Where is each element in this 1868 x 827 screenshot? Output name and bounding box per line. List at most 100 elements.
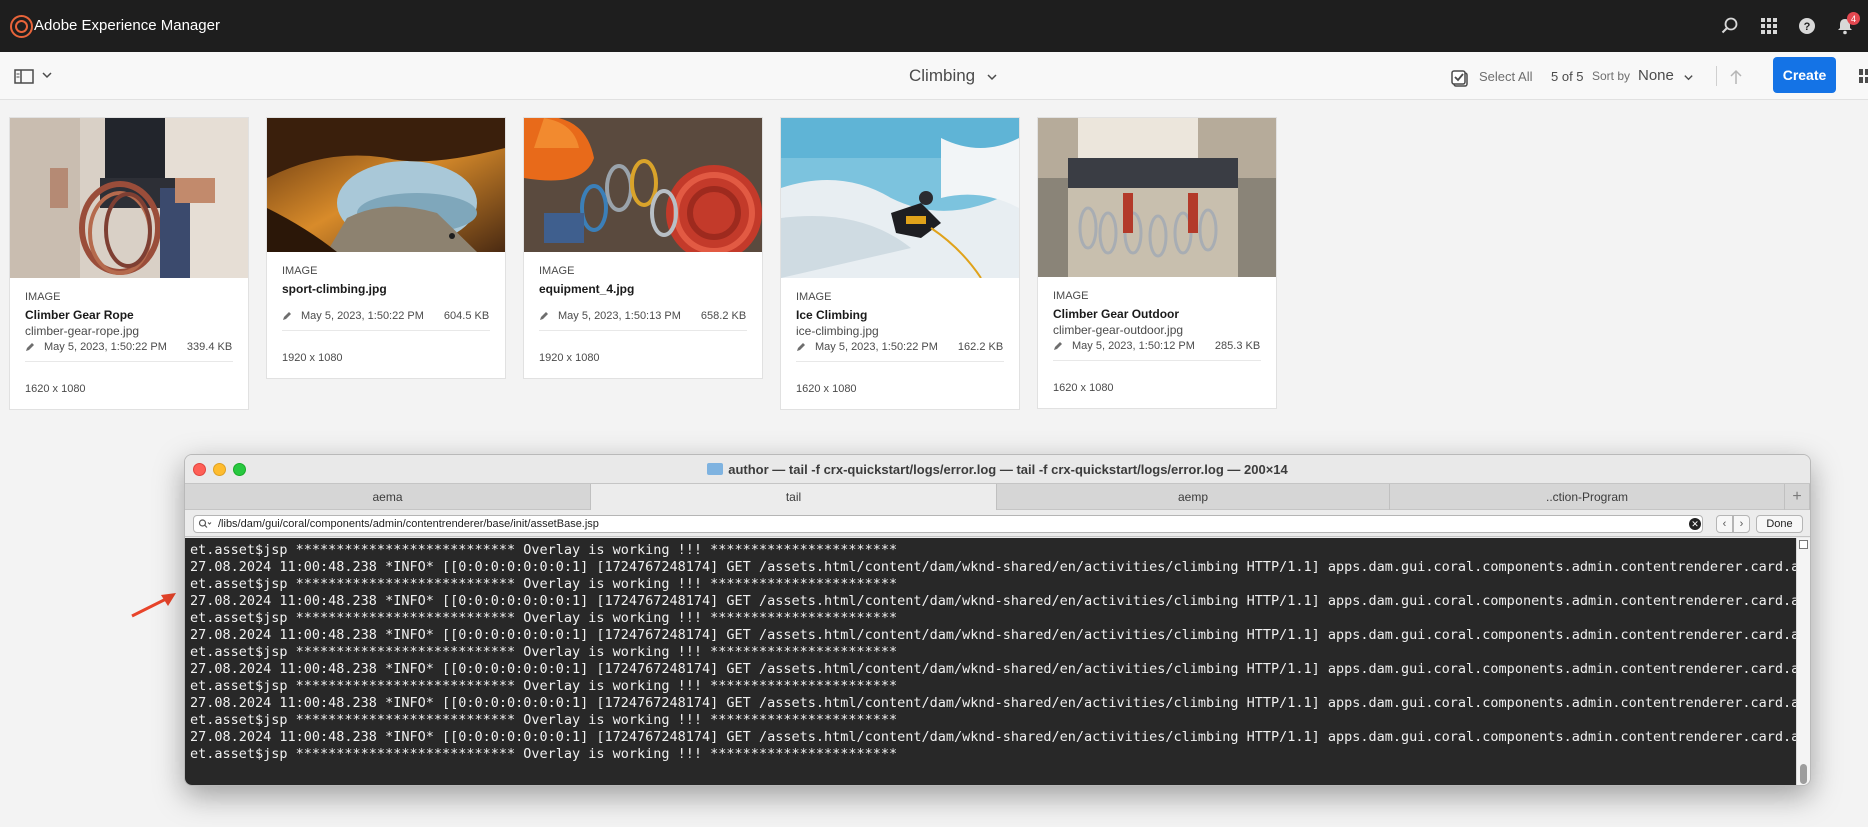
divider xyxy=(1716,66,1717,86)
terminal-tab[interactable]: aema xyxy=(185,484,591,510)
find-next-button[interactable]: › xyxy=(1733,515,1750,533)
terminal-line: 27.08.2024 11:00:48.238 *INFO* [[0:0:0:0… xyxy=(190,593,1796,609)
asset-card[interactable]: IMAGE Climber Gear Rope climber-gear-rop… xyxy=(9,117,249,410)
asset-card[interactable]: IMAGE Ice Climbing ice-climbing.jpg May … xyxy=(780,117,1020,410)
terminal-line: 27.08.2024 11:00:48.238 *INFO* [[0:0:0:0… xyxy=(190,559,1796,575)
pencil-icon xyxy=(1054,342,1062,350)
terminal-output[interactable]: et.asset$jsp ***************************… xyxy=(185,538,1796,785)
terminal-tab[interactable]: aemp xyxy=(997,484,1390,510)
asset-size: 162.2 KB xyxy=(957,341,1004,353)
item-count: 5 of 5 xyxy=(1551,69,1584,84)
terminal-line: 27.08.2024 11:00:48.238 *INFO* [[0:0:0:0… xyxy=(190,729,1796,745)
asset-type: IMAGE xyxy=(539,265,575,277)
asset-modified-date: May 5, 2023, 1:50:13 PM xyxy=(558,310,681,322)
terminal-line: et.asset$jsp ***************************… xyxy=(190,576,898,592)
annotation-arrow-icon xyxy=(131,593,176,618)
asset-type: IMAGE xyxy=(1053,290,1089,302)
terminal-line: et.asset$jsp ***************************… xyxy=(190,610,898,626)
select-all-icon[interactable] xyxy=(1451,69,1469,87)
terminal-tab[interactable]: ..ction-Program xyxy=(1390,484,1785,510)
asset-thumbnail[interactable] xyxy=(1038,118,1276,277)
shell-bar: Adobe Experience Manager ? 4 xyxy=(0,0,1868,52)
find-input[interactable] xyxy=(193,515,1703,533)
create-button[interactable]: Create xyxy=(1773,57,1836,93)
asset-dimensions: 1620 x 1080 xyxy=(1053,382,1114,394)
asset-card[interactable]: IMAGE equipment_4.jpg May 5, 2023, 1:50:… xyxy=(523,117,763,379)
search-icon xyxy=(198,519,212,528)
scrollbar-thumb[interactable] xyxy=(1800,764,1807,784)
select-all-button[interactable]: Select All xyxy=(1479,69,1532,84)
sort-by-label: Sort by xyxy=(1592,69,1631,83)
asset-title[interactable]: sport-climbing.jpg xyxy=(282,282,490,296)
new-tab-button[interactable]: + xyxy=(1785,484,1810,510)
terminal-window: author — tail -f crx-quickstart/logs/err… xyxy=(184,454,1811,786)
asset-modified-date: May 5, 2023, 1:50:22 PM xyxy=(301,310,424,322)
asset-meta: May 5, 2023, 1:50:22 PM 604.5 KB xyxy=(282,310,490,331)
app-grid-icon[interactable] xyxy=(1757,14,1781,38)
asset-title[interactable]: Climber Gear Rope xyxy=(25,308,233,322)
terminal-line: et.asset$jsp ***************************… xyxy=(190,746,898,762)
asset-modified-date: May 5, 2023, 1:50:22 PM xyxy=(815,341,938,353)
sort-by-dropdown[interactable]: None xyxy=(1638,67,1674,84)
asset-dimensions: 1920 x 1080 xyxy=(282,352,343,364)
aem-logo-icon[interactable] xyxy=(10,15,33,38)
asset-card[interactable]: IMAGE Climber Gear Outdoor climber-gear-… xyxy=(1037,117,1277,409)
asset-thumbnail[interactable] xyxy=(781,118,1019,278)
asset-card[interactable]: IMAGE sport-climbing.jpg May 5, 2023, 1:… xyxy=(266,117,506,379)
chevron-down-icon[interactable] xyxy=(986,71,998,83)
folder-icon xyxy=(707,463,724,475)
svg-text:?: ? xyxy=(1804,21,1811,33)
asset-dimensions: 1620 x 1080 xyxy=(796,383,857,395)
terminal-tab[interactable]: tail xyxy=(591,484,997,510)
asset-filename: ice-climbing.jpg xyxy=(796,324,879,338)
asset-meta: May 5, 2023, 1:50:13 PM 658.2 KB xyxy=(539,310,747,331)
find-bar: ✕ ‹ › Done xyxy=(185,511,1810,537)
asset-title[interactable]: Ice Climbing xyxy=(796,308,1004,322)
pencil-icon xyxy=(26,343,34,351)
asset-type: IMAGE xyxy=(282,265,318,277)
asset-size: 285.3 KB xyxy=(1214,340,1261,352)
app-title[interactable]: Adobe Experience Manager xyxy=(34,17,220,34)
asset-size: 339.4 KB xyxy=(186,341,233,353)
asset-thumbnail[interactable] xyxy=(267,118,505,252)
chevron-down-icon[interactable] xyxy=(1683,72,1694,83)
find-previous-button[interactable]: ‹ xyxy=(1716,515,1733,533)
asset-meta: May 5, 2023, 1:50:12 PM 285.3 KB xyxy=(1053,340,1261,361)
find-done-button[interactable]: Done xyxy=(1756,515,1803,533)
terminal-tab-bar: aema tail aemp ..ction-Program + xyxy=(185,483,1810,510)
terminal-title: author — tail -f crx-quickstart/logs/err… xyxy=(185,462,1810,477)
terminal-scrollbar[interactable] xyxy=(1796,538,1810,785)
terminal-line: 27.08.2024 11:00:48.238 *INFO* [[0:0:0:0… xyxy=(190,695,1796,711)
terminal-title-text: author — tail -f crx-quickstart/logs/err… xyxy=(728,462,1288,477)
asset-thumbnail[interactable] xyxy=(10,118,248,278)
notification-badge: 4 xyxy=(1847,12,1860,25)
asset-modified-date: May 5, 2023, 1:50:12 PM xyxy=(1072,340,1195,352)
pencil-icon xyxy=(797,343,805,351)
folder-title[interactable]: Climbing xyxy=(909,66,975,86)
scroll-marker-icon[interactable] xyxy=(1799,540,1808,549)
search-icon[interactable] xyxy=(1718,14,1742,38)
help-icon[interactable]: ? xyxy=(1795,14,1819,38)
asset-dimensions: 1620 x 1080 xyxy=(25,383,86,395)
chevron-down-icon[interactable] xyxy=(41,69,53,81)
terminal-line: 27.08.2024 11:00:48.238 *INFO* [[0:0:0:0… xyxy=(190,661,1796,677)
view-switcher-icon[interactable] xyxy=(1858,68,1868,84)
asset-type: IMAGE xyxy=(25,291,61,303)
terminal-titlebar[interactable]: author — tail -f crx-quickstart/logs/err… xyxy=(185,455,1810,483)
asset-size: 604.5 KB xyxy=(443,310,490,322)
terminal-line: et.asset$jsp ***************************… xyxy=(190,542,898,558)
asset-filename: climber-gear-outdoor.jpg xyxy=(1053,323,1184,337)
rail-toggle-icon[interactable] xyxy=(14,69,34,84)
terminal-line: et.asset$jsp ***************************… xyxy=(190,712,898,728)
asset-thumbnail[interactable] xyxy=(524,118,762,252)
action-bar: Climbing Select All 5 of 5 Sort by None xyxy=(0,52,1868,100)
sort-direction-icon[interactable] xyxy=(1728,68,1744,86)
asset-meta: May 5, 2023, 1:50:22 PM 339.4 KB xyxy=(25,341,233,362)
terminal-line: et.asset$jsp ***************************… xyxy=(190,644,898,660)
pencil-icon xyxy=(540,312,548,320)
terminal-line: et.asset$jsp ***************************… xyxy=(190,678,898,694)
asset-type: IMAGE xyxy=(796,291,832,303)
asset-title[interactable]: equipment_4.jpg xyxy=(539,282,747,296)
asset-title[interactable]: Climber Gear Outdoor xyxy=(1053,307,1261,321)
clear-search-icon[interactable]: ✕ xyxy=(1689,518,1701,530)
